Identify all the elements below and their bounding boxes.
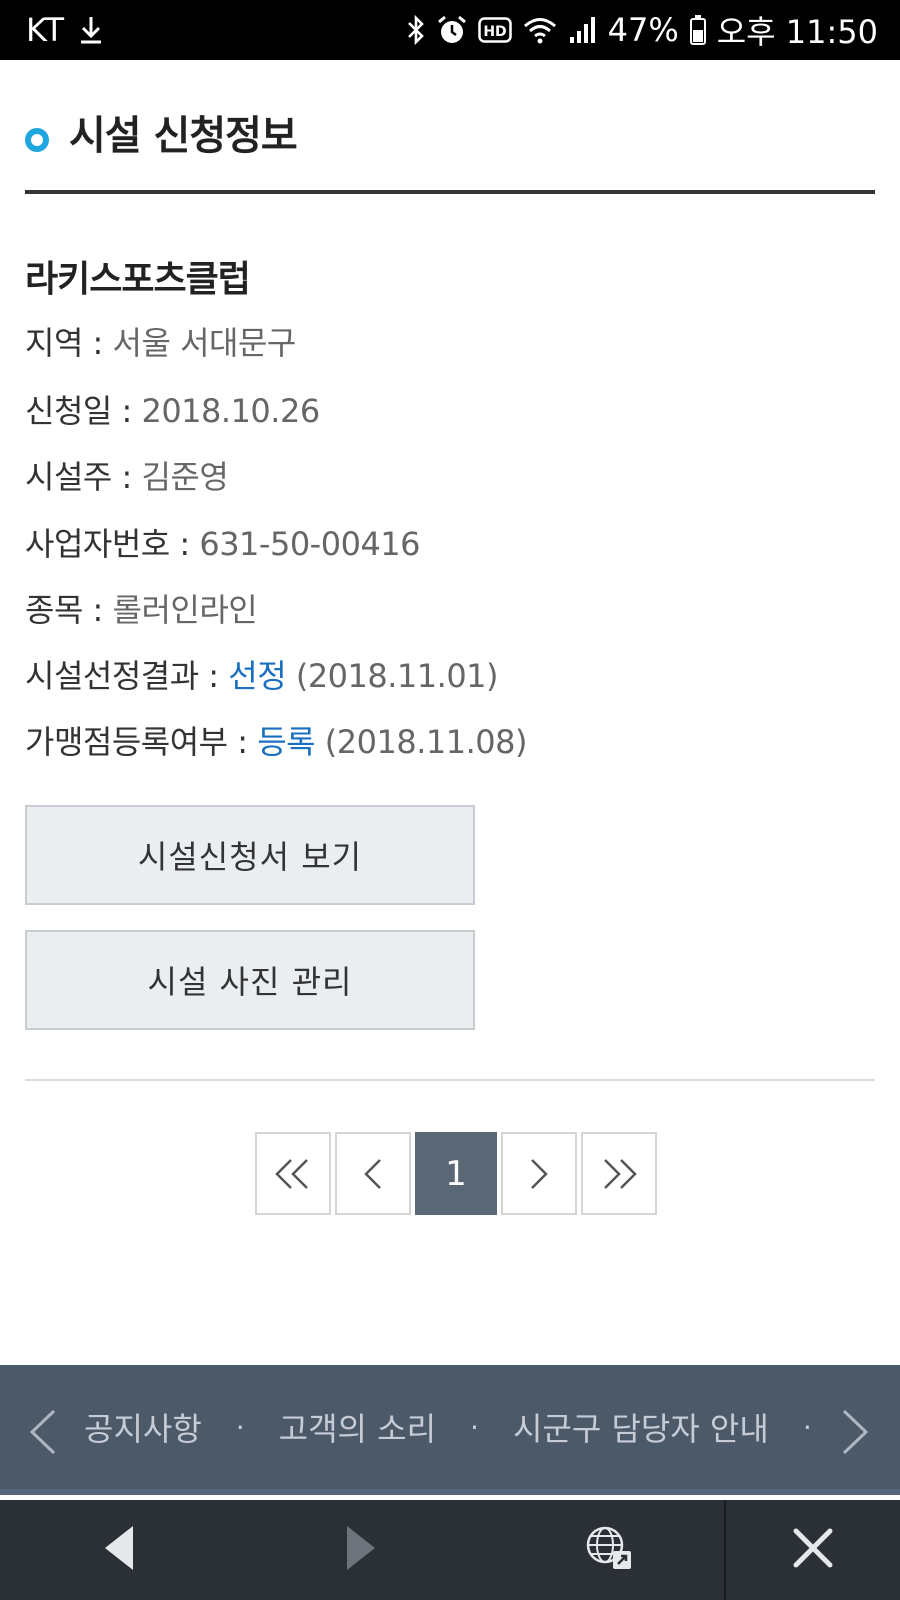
status-right: HD 47% 오후 11:50 bbox=[406, 7, 878, 53]
status-left: KT bbox=[26, 11, 104, 49]
footer-link-district-contact[interactable]: 시군구 담당자 안내 bbox=[513, 1404, 769, 1450]
footer-separator: · bbox=[235, 1410, 245, 1444]
view-application-button[interactable]: 시설신청서 보기 bbox=[25, 805, 475, 905]
registration-status: 등록 bbox=[257, 723, 316, 761]
close-icon bbox=[793, 1528, 833, 1572]
owner-label: 시설주 : bbox=[25, 458, 142, 496]
close-button[interactable] bbox=[726, 1500, 900, 1600]
desktop-view-button[interactable] bbox=[550, 1500, 670, 1600]
info-row-registration: 가맹점등록여부 : 등록 (2018.11.08) bbox=[25, 717, 527, 763]
info-row-application-date: 신청일 : 2018.10.26 bbox=[25, 386, 320, 432]
selection-result-label: 시설선정결과 : bbox=[25, 657, 229, 695]
section-header: 시설 신청정보 bbox=[25, 108, 875, 194]
footer-prev-icon[interactable] bbox=[26, 1409, 60, 1459]
footer-next-icon[interactable] bbox=[838, 1409, 872, 1459]
selection-result-status: 선정 bbox=[228, 657, 287, 695]
footer-separator: · bbox=[470, 1410, 479, 1444]
bluetooth-icon bbox=[406, 14, 426, 46]
selection-result-date: (2018.11.01) bbox=[286, 657, 499, 695]
footer-link-customer-voice[interactable]: 고객의 소리 bbox=[279, 1404, 436, 1450]
signal-icon bbox=[568, 15, 598, 45]
info-row-selection-result: 시설선정결과 : 선정 (2018.11.01) bbox=[25, 651, 499, 697]
first-page-button[interactable] bbox=[255, 1132, 331, 1215]
status-bar: KT HD 47% 오후 11:50 bbox=[0, 0, 900, 60]
pagination: 1 bbox=[255, 1132, 661, 1215]
chevron-left-icon bbox=[361, 1157, 385, 1191]
download-icon bbox=[78, 15, 104, 45]
alarm-icon bbox=[436, 14, 468, 46]
bullet-dot-icon bbox=[25, 128, 49, 152]
business-number-value: 631-50-00416 bbox=[199, 525, 421, 563]
application-date-label: 신청일 : bbox=[25, 392, 142, 430]
region-label: 지역 : bbox=[25, 324, 113, 362]
forward-button[interactable] bbox=[300, 1500, 420, 1600]
facility-name: 라키스포츠클럽 bbox=[25, 259, 251, 300]
info-row-business-number: 사업자번호 : 631-50-00416 bbox=[25, 519, 421, 565]
back-button[interactable] bbox=[60, 1500, 180, 1600]
page-1-button[interactable]: 1 bbox=[415, 1132, 497, 1215]
page-title: 시설 신청정보 bbox=[69, 113, 298, 159]
double-chevron-left-icon bbox=[273, 1157, 313, 1191]
carrier-label: KT bbox=[26, 11, 65, 49]
footer-link-notice[interactable]: 공지사항 bbox=[84, 1404, 202, 1450]
owner-value: 김준영 bbox=[141, 458, 229, 496]
globe-icon bbox=[585, 1525, 635, 1575]
manage-photos-button[interactable]: 시설 사진 관리 bbox=[25, 930, 475, 1030]
registration-date: (2018.11.08) bbox=[315, 723, 528, 761]
battery-percent: 47% bbox=[607, 11, 679, 49]
info-row-owner: 시설주 : 김준영 bbox=[25, 452, 229, 498]
last-page-button[interactable] bbox=[581, 1132, 657, 1215]
sport-value: 롤러인라인 bbox=[112, 591, 258, 629]
business-number-label: 사업자번호 : bbox=[25, 525, 200, 563]
battery-icon bbox=[689, 14, 707, 46]
registration-label: 가맹점등록여부 : bbox=[25, 723, 258, 761]
info-row-sport: 종목 : 롤러인라인 bbox=[25, 585, 258, 631]
hd-icon: HD bbox=[477, 17, 512, 43]
footer-nav: 공지사항 · 고객의 소리 · 시군구 담당자 안내 · bbox=[0, 1365, 900, 1495]
double-chevron-right-icon bbox=[599, 1157, 639, 1191]
application-date-value: 2018.10.26 bbox=[141, 392, 320, 430]
info-row-region: 지역 : 서울 서대문구 bbox=[25, 318, 296, 364]
next-page-button[interactable] bbox=[501, 1132, 577, 1215]
back-icon bbox=[105, 1526, 135, 1574]
chevron-right-icon bbox=[527, 1157, 551, 1191]
footer-links: 공지사항 · 고객의 소리 · 시군구 담당자 안내 · bbox=[84, 1365, 812, 1489]
wifi-icon bbox=[522, 15, 558, 45]
prev-page-button[interactable] bbox=[335, 1132, 411, 1215]
forward-icon bbox=[345, 1526, 375, 1574]
svg-text:HD: HD bbox=[483, 24, 506, 40]
region-value: 서울 서대문구 bbox=[112, 324, 297, 362]
clock: 오후 11:50 bbox=[716, 13, 878, 51]
footer-separator: · bbox=[802, 1410, 812, 1444]
sport-label: 종목 : bbox=[25, 591, 113, 629]
divider bbox=[25, 1079, 875, 1081]
browser-toolbar bbox=[0, 1500, 900, 1600]
